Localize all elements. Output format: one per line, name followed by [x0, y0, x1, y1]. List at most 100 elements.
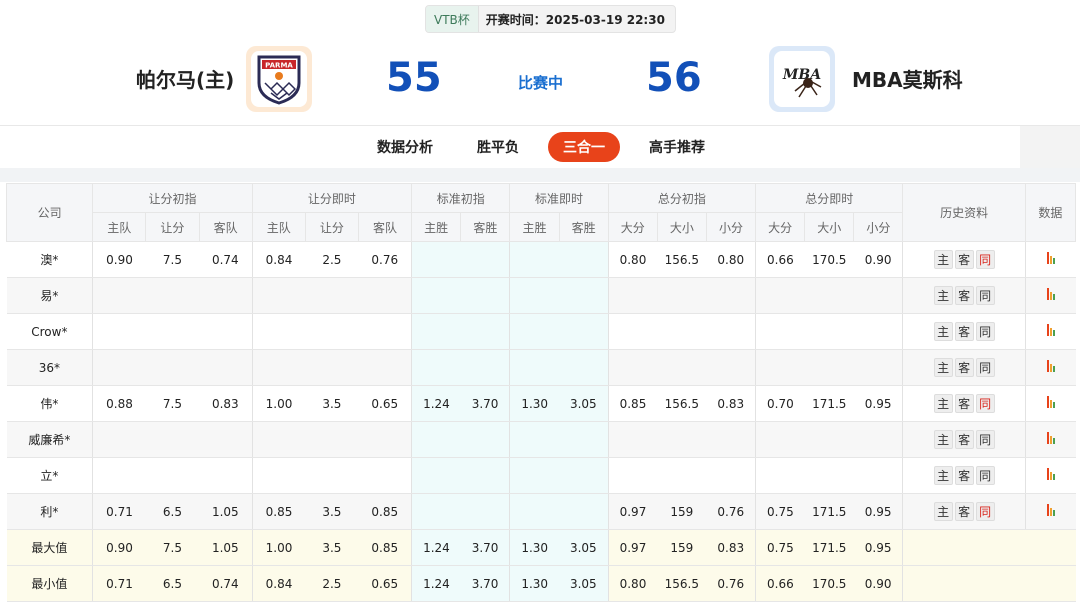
odds-cell: 0.85 [251, 493, 306, 530]
history-away-button[interactable]: 客 [954, 250, 974, 269]
odds-cell: 3.05 [559, 529, 609, 566]
odds-cell [411, 457, 461, 494]
odds-cell [251, 277, 306, 314]
company-name[interactable]: 利* [6, 493, 93, 530]
odds-cell [657, 457, 707, 494]
home-team-name[interactable]: 帕尔马(主) [136, 64, 234, 93]
match-info-bar: VTB杯 开赛时间：2025-03-19 22:30 [425, 5, 676, 33]
history-home-button[interactable]: 主 [933, 430, 953, 449]
history-home-button[interactable]: 主 [933, 322, 953, 341]
odds-cell [559, 457, 609, 494]
history-away-button[interactable]: 客 [954, 502, 974, 521]
odds-cell [853, 421, 903, 458]
away-team-logo[interactable]: MBA [769, 46, 835, 112]
history-home-button[interactable]: 主 [933, 358, 953, 377]
data-chart-cell [1024, 385, 1076, 422]
odds-cell [199, 313, 253, 350]
history-home-button[interactable]: 主 [933, 250, 953, 269]
history-same-button[interactable]: 同 [975, 358, 995, 377]
history-same-button[interactable]: 同 [975, 430, 995, 449]
group-standard-initial: 标准初指 [411, 183, 511, 213]
history-same-button[interactable]: 同 [975, 322, 995, 341]
odds-cell [853, 277, 903, 314]
odds-cell [92, 457, 146, 494]
section-divider [0, 168, 1080, 182]
company-name[interactable]: Crow* [6, 313, 93, 350]
bar-chart-icon[interactable] [1046, 360, 1055, 372]
history-away-button[interactable]: 客 [954, 286, 974, 305]
history-same-button[interactable]: 同 [975, 286, 995, 305]
cup-tag[interactable]: VTB杯 [426, 6, 479, 32]
subheader-cell: 大小 [656, 212, 707, 242]
tab-win-draw-lose[interactable]: 胜平负 [468, 132, 528, 162]
odds-cell [853, 313, 903, 350]
odds-cell [358, 421, 412, 458]
bar-chart-icon[interactable] [1046, 324, 1055, 336]
history-away-button[interactable]: 客 [954, 394, 974, 413]
history-same-button[interactable]: 同 [975, 394, 995, 413]
odds-cell: 0.85 [358, 493, 412, 530]
odds-cell: 156.5 [657, 385, 707, 422]
data-chart-cell [1024, 241, 1076, 278]
history-buttons: 主客同 [902, 457, 1026, 494]
bar-chart-icon[interactable] [1046, 252, 1055, 264]
odds-cell [509, 457, 560, 494]
history-home-button[interactable]: 主 [933, 286, 953, 305]
odds-cell: 0.88 [92, 385, 146, 422]
history-home-button[interactable]: 主 [933, 394, 953, 413]
history-away-button[interactable]: 客 [954, 466, 974, 485]
bar-chart-icon[interactable] [1046, 288, 1055, 300]
odds-cell [305, 313, 359, 350]
odds-cell: 0.76 [358, 241, 412, 278]
odds-cell: 0.74 [199, 241, 253, 278]
odds-cell: 1.30 [509, 385, 560, 422]
history-same-button[interactable]: 同 [975, 502, 995, 521]
company-name[interactable]: 澳* [6, 241, 93, 278]
odds-cell [853, 349, 903, 386]
history-buttons: 主客同 [902, 313, 1026, 350]
history-away-button[interactable]: 客 [954, 430, 974, 449]
odds-cell: 0.95 [853, 529, 903, 566]
home-team-logo[interactable]: PARMA [246, 46, 312, 112]
odds-cell: 0.85 [358, 529, 412, 566]
odds-cell [145, 457, 199, 494]
table-row: 易* 主客同 [6, 277, 1076, 314]
odds-cell [657, 313, 707, 350]
subheader-cell: 主队 [92, 212, 147, 242]
odds-cell: 3.05 [559, 565, 609, 602]
odds-cell: 0.66 [755, 565, 805, 602]
company-name[interactable]: 伟* [6, 385, 93, 422]
history-away-button[interactable]: 客 [954, 358, 974, 377]
history-home-button[interactable]: 主 [933, 466, 953, 485]
history-home-button[interactable]: 主 [933, 502, 953, 521]
history-same-button[interactable]: 同 [975, 466, 995, 485]
bar-chart-icon[interactable] [1046, 504, 1055, 516]
company-name[interactable]: 威廉希* [6, 421, 93, 458]
history-same-button[interactable]: 同 [975, 250, 995, 269]
tab-expert-picks[interactable]: 高手推荐 [642, 132, 712, 162]
bar-chart-icon[interactable] [1046, 468, 1055, 480]
subheader-cell: 让分 [304, 212, 359, 242]
odds-cell [804, 277, 854, 314]
odds-cell [706, 277, 756, 314]
odds-cell [199, 349, 253, 386]
bar-chart-icon[interactable] [1046, 432, 1055, 444]
company-name[interactable]: 易* [6, 277, 93, 314]
away-team-name[interactable]: MBA莫斯科 [852, 64, 963, 93]
company-name[interactable]: 36* [6, 349, 93, 386]
summary-row: 最小值 0.71 6.5 0.74 0.84 2.5 0.65 1.24 3.70 1.30 3.0… [6, 565, 1076, 602]
data-chart-cell [1024, 277, 1076, 314]
data-chart-cell [1024, 421, 1076, 458]
summary-label: 最小值 [6, 565, 93, 602]
odds-cell: 1.24 [411, 385, 461, 422]
odds-cell [251, 457, 306, 494]
history-away-button[interactable]: 客 [954, 322, 974, 341]
company-name[interactable]: 立* [6, 457, 93, 494]
table-row: 伟* 0.88 7.5 0.83 1.00 3.5 0.65 1.24 3.70 1.30 3.05… [6, 385, 1076, 422]
bar-chart-icon[interactable] [1046, 396, 1055, 408]
tab-data-analysis[interactable]: 数据分析 [370, 132, 440, 162]
history-buttons: 主客同 [902, 493, 1026, 530]
tab-three-in-one[interactable]: 三合一 [548, 132, 620, 162]
odds-cell [251, 349, 306, 386]
odds-cell: 0.75 [755, 493, 805, 530]
